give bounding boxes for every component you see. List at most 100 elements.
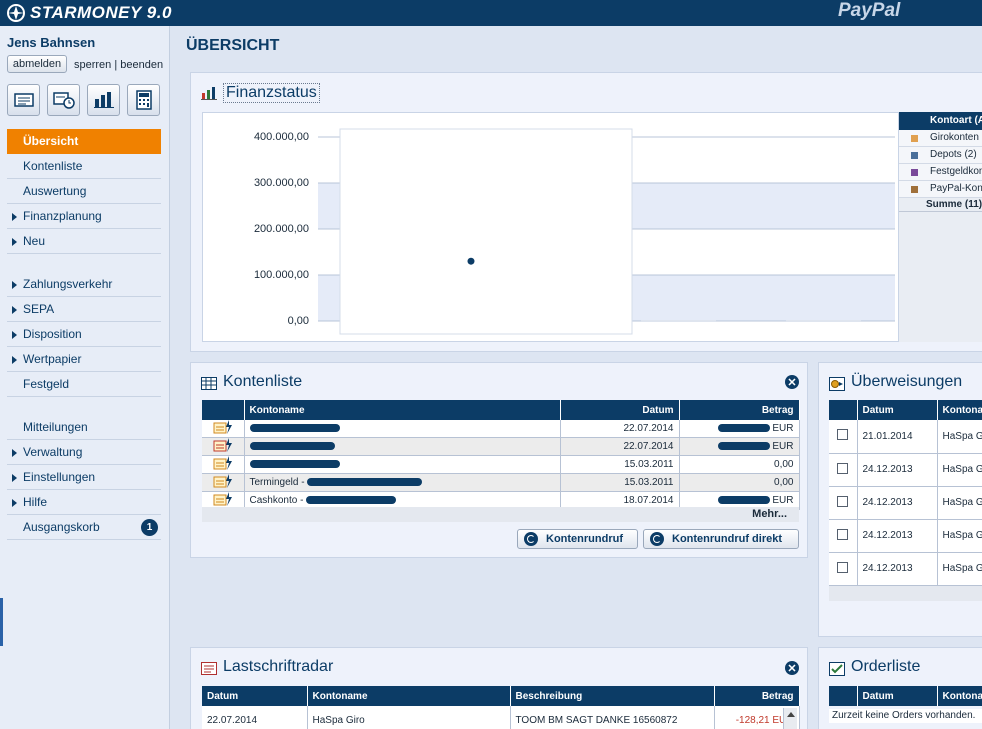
col-select[interactable]	[829, 686, 858, 706]
col-beschreibung[interactable]: Beschreibung	[510, 686, 715, 706]
row-account-name	[244, 455, 561, 474]
legend-label: Depots (2)	[930, 149, 977, 160]
account-refresh-direct-button[interactable]: Kontenrundruf direkt	[643, 529, 799, 549]
col-kontoname[interactable]: Kontoname	[244, 400, 561, 420]
close-icon[interactable]: ✕	[785, 661, 799, 675]
redacted-text	[306, 496, 397, 505]
more-link[interactable]: Mehr...	[202, 507, 799, 522]
legend-item[interactable]: Festgeldkon	[899, 164, 982, 181]
sidebar-item-finanzplanung[interactable]: Finanzplanung	[7, 204, 161, 229]
col-datum[interactable]: Datum	[857, 400, 938, 420]
calculator-icon[interactable]	[127, 84, 160, 116]
chevron-right-icon	[12, 306, 17, 314]
quit-link[interactable]: beenden	[120, 59, 163, 71]
sidebar-item-festgeld[interactable]: Festgeld	[7, 372, 161, 397]
sidebar-item-kontenliste[interactable]: Kontenliste	[7, 154, 161, 179]
redacted-text	[718, 442, 771, 451]
accounts-card-icon[interactable]	[7, 84, 40, 116]
row-account-name	[244, 420, 561, 438]
table-row[interactable]: 24.12.2013 HaSpa Gi	[829, 552, 982, 586]
table-row[interactable]: 22.07.2014 EUR	[202, 420, 800, 438]
lastschriftradar-panel: Lastschriftradar ✕ Datum Kontoname Besch…	[190, 647, 808, 729]
finance-bars-icon[interactable]	[87, 84, 120, 116]
transfer-clock-icon[interactable]	[47, 84, 80, 116]
legend-item[interactable]: Depots (2)	[899, 147, 982, 164]
table-row[interactable]: 24.12.2013 HaSpa Gi	[829, 519, 982, 553]
col-select[interactable]	[829, 400, 858, 420]
row-checkbox[interactable]	[837, 429, 849, 441]
table-row[interactable]: 15.03.2011 0,00	[202, 455, 800, 474]
sidebar-item-zahlungsverkehr[interactable]: Zahlungsverkehr	[7, 272, 161, 297]
col-kontoname[interactable]: Kontonar	[937, 686, 982, 706]
table-row[interactable]: 22.07.2014 EUR	[202, 437, 800, 456]
chevron-right-icon	[12, 238, 17, 246]
lastschriftradar-title: Lastschriftradar	[223, 658, 334, 675]
sidebar-item-einstellungen[interactable]: Einstellungen	[7, 465, 161, 490]
sidebar-item-verwaltung[interactable]: Verwaltung	[7, 440, 161, 465]
redacted-text	[249, 424, 340, 433]
account-card-icon	[213, 420, 232, 434]
legend-sum: Summe (11)	[899, 198, 982, 212]
row-checkbox[interactable]	[837, 561, 849, 573]
lock-link[interactable]: sperren	[74, 59, 111, 71]
row-icon-cell	[202, 437, 245, 456]
table-row[interactable]: Termingeld - 15.03.2011 0,00	[202, 473, 800, 492]
row-date: 24.12.2013	[857, 486, 938, 520]
finanzstatus-title[interactable]: Finanzstatus	[223, 83, 320, 103]
account-refresh-button[interactable]: Kontenrundruf	[517, 529, 638, 549]
row-account: HaSpa Gi	[937, 552, 982, 586]
sidebar-item-label: Wertpapier	[23, 352, 82, 366]
row-amount: 0,00	[679, 473, 800, 492]
row-account: HaSpa Gi	[937, 519, 982, 553]
table-row[interactable]: 24.12.2013 HaSpa Gi	[829, 486, 982, 520]
row-checkbox[interactable]	[837, 528, 849, 540]
legend-item[interactable]: PayPal-Kon	[899, 181, 982, 198]
sidebar-item-mitteilungen[interactable]: Mitteilungen	[7, 415, 161, 440]
sidebar-item-auswertung[interactable]: Auswertung	[7, 179, 161, 204]
sidebar-item-ausgangskorb[interactable]: Ausgangskorb 1	[7, 515, 161, 540]
table-row[interactable]: 21.01.2014 HaSpa Gi	[829, 420, 982, 454]
col-kontoname[interactable]: Kontoname	[307, 686, 511, 706]
col-betrag[interactable]: Betrag	[679, 400, 800, 420]
col-datum[interactable]: Datum	[560, 400, 680, 420]
sidebar: Jens Bahnsen abmelden sperren | beenden …	[0, 26, 170, 729]
sidebar-item-label: Verwaltung	[23, 445, 83, 459]
col-datum[interactable]: Datum	[202, 686, 308, 706]
y-tick-label: 300.000,00	[254, 177, 309, 189]
col-betrag[interactable]: Betrag	[714, 686, 800, 706]
sidebar-item-hilfe[interactable]: Hilfe	[7, 490, 161, 515]
sidebar-item-sepa[interactable]: SEPA	[7, 297, 161, 322]
row-icon-cell	[202, 420, 245, 438]
close-icon[interactable]: ✕	[785, 375, 799, 389]
app-logo: STARMONEY 9.0	[6, 3, 172, 23]
chart-canvas: 400.000,00 300.000,00 200.000,00 100.000,00…	[254, 128, 895, 335]
chevron-right-icon	[12, 213, 17, 221]
refresh-icon	[650, 532, 664, 546]
sidebar-item-wertpapier[interactable]: Wertpapier	[7, 347, 161, 372]
kontenliste-panel: Kontenliste ✕ Kontoname Datum Betrag 22.…	[190, 362, 808, 558]
paypal-logo[interactable]: PayPal	[838, 0, 900, 22]
col-kontoname[interactable]: Kontonar	[937, 400, 982, 420]
amount-text: EUR	[772, 423, 794, 434]
vertical-scrollbar[interactable]	[783, 708, 797, 729]
lastschriftradar-table: Datum Kontoname Beschreibung Betrag 22.0…	[202, 686, 800, 729]
row-checkbox[interactable]	[837, 495, 849, 507]
row-checkbox[interactable]	[837, 462, 849, 474]
data-point[interactable]	[467, 257, 475, 265]
row-date: 24.12.2013	[857, 453, 938, 487]
sidebar-item-neu[interactable]: Neu	[7, 229, 161, 254]
col-datum[interactable]: Datum	[857, 686, 938, 706]
chart-legend: Kontoart (A Girokonten Depots (2) Festgeld…	[899, 112, 982, 342]
col-icon[interactable]	[202, 400, 245, 420]
amount-text: 0,00	[774, 477, 794, 488]
sidebar-item-disposition[interactable]: Disposition	[7, 322, 161, 347]
table-row[interactable]: 22.07.2014 HaSpa Giro TOOM BM SAGT DANKE…	[202, 706, 800, 729]
kontenliste-title: Kontenliste	[223, 373, 303, 390]
redacted-text	[307, 478, 423, 487]
link-separator: |	[114, 59, 118, 71]
sidebar-item--bersicht[interactable]: Übersicht	[7, 129, 161, 154]
scroll-up-arrow[interactable]	[786, 712, 795, 717]
legend-item[interactable]: Girokonten	[899, 130, 982, 147]
logout-button[interactable]: abmelden	[7, 55, 67, 73]
table-row[interactable]: 24.12.2013 HaSpa Gi	[829, 453, 982, 487]
